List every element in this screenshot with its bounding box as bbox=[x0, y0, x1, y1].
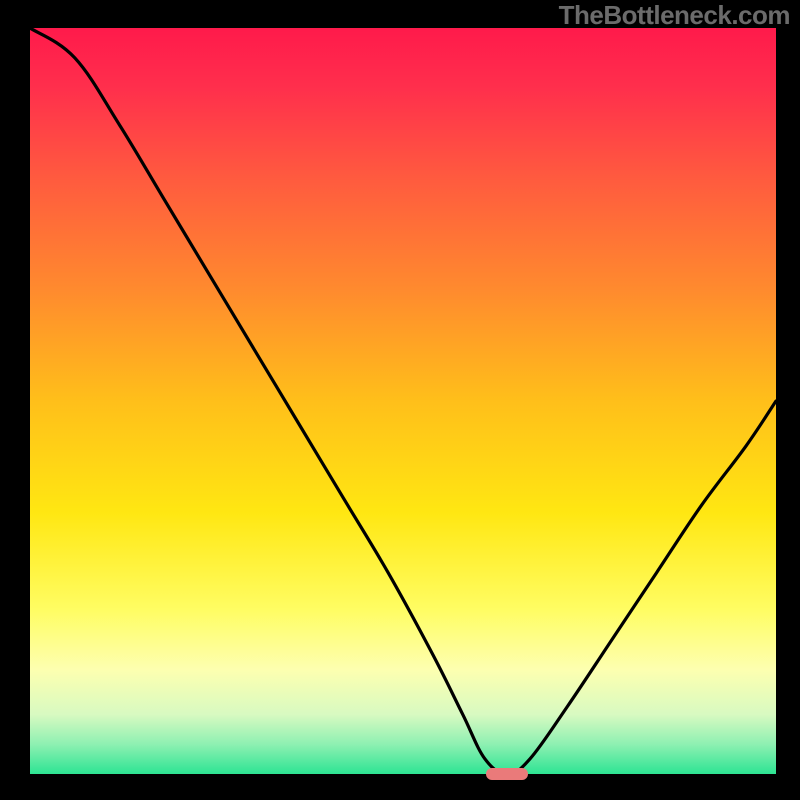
chart-gradient-background bbox=[30, 28, 776, 774]
bottleneck-chart bbox=[0, 0, 800, 800]
optimal-point-marker bbox=[486, 768, 528, 780]
watermark-text: TheBottleneck.com bbox=[559, 0, 790, 31]
